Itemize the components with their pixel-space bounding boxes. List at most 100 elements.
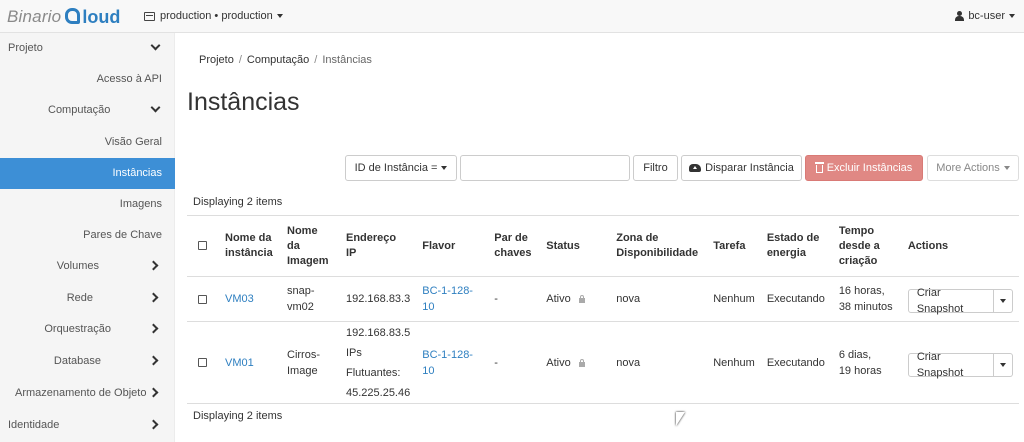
col-header-name[interactable]: Nome da instância — [219, 215, 281, 277]
sidebar-item-visao-geral[interactable]: Visão Geral — [0, 127, 175, 158]
cell-keypair: - — [488, 276, 541, 322]
brand-logo[interactable]: Binario loud — [7, 4, 120, 30]
header-text: Nome — [287, 224, 318, 237]
lock-icon — [578, 358, 585, 367]
breadcrumb: Projeto / Computação / Instâncias — [199, 54, 372, 66]
caret-down-icon — [1000, 362, 1007, 367]
sidebar-item-computacao[interactable]: Computação — [0, 95, 175, 126]
sidebar-item-label: Imagens — [119, 198, 162, 210]
launch-instance-label: Disparar Instância — [705, 162, 794, 174]
top-navbar: Binario loud production • production bc-… — [0, 0, 1024, 33]
cell-power-state: Executando — [760, 276, 833, 322]
caret-down-icon — [1009, 14, 1015, 18]
cell-text: 192.168.83.3 — [346, 293, 411, 305]
sidebar-item-rede[interactable]: Rede — [0, 283, 175, 314]
chevron-right-icon — [148, 387, 159, 398]
delete-instances-button[interactable]: Excluir Instâncias — [805, 155, 923, 181]
header-text: chaves — [494, 247, 532, 259]
sidebar-item-orquestracao[interactable]: Orquestração — [0, 314, 175, 345]
sidebar-item-label: Armazenamento de Objeto — [15, 387, 147, 399]
project-icon — [144, 11, 155, 21]
cell-image: snap-vm02 — [281, 276, 340, 322]
user-menu[interactable]: bc-user — [955, 10, 1015, 22]
sidebar-item-label: Instâncias — [112, 167, 162, 179]
trash-icon — [814, 162, 824, 173]
col-header-keypair[interactable]: Par de chaves — [488, 215, 541, 277]
create-snapshot-button[interactable]: Criar Snapshot — [907, 287, 995, 315]
header-text: Actions — [907, 239, 949, 252]
sidebar-item-identidade[interactable]: Identidade — [0, 410, 175, 441]
flavor-link[interactable]: BC-1-128-10 — [422, 349, 473, 377]
sidebar-item-database[interactable]: Database — [0, 346, 175, 377]
chevron-right-icon — [148, 260, 159, 271]
col-header-status[interactable]: Status — [540, 215, 611, 277]
launch-instance-button[interactable]: Disparar Instância — [681, 155, 802, 181]
sidebar-item-pares-de-chave[interactable]: Pares de Chave — [0, 220, 175, 251]
brand-logo-text: Binario — [7, 7, 62, 26]
flavor-link[interactable]: BC-1-128-10 — [422, 285, 473, 313]
cell-status: Ativo — [540, 321, 611, 404]
filter-button[interactable]: Filtro — [633, 155, 678, 181]
cell-ip: 192.168.83.5 IPs Flutuantes: 45.225.25.46 — [340, 321, 417, 404]
row-action-group: Criar Snapshot — [907, 287, 1013, 315]
more-actions-label: More Actions — [936, 162, 1000, 174]
row-actions-dropdown[interactable] — [994, 289, 1013, 313]
cell-name: VM03 — [219, 276, 281, 322]
sidebar-item-acesso-api[interactable]: Acesso à API — [0, 64, 175, 95]
breadcrumb-item-projeto[interactable]: Projeto — [199, 54, 234, 66]
sidebar-item-volumes[interactable]: Volumes — [0, 251, 175, 282]
col-header-task[interactable]: Tarefa — [707, 215, 761, 277]
cell-text: 45.225.25.46 — [346, 386, 411, 399]
col-header-availability-zone[interactable]: Zona de Disponibilidade — [610, 215, 708, 277]
col-header-power-state[interactable]: Estado de energia — [760, 215, 833, 277]
page-title: Instâncias — [187, 88, 300, 116]
filter-field-label: ID de Instância = — [354, 162, 438, 174]
sidebar-item-imagens[interactable]: Imagens — [0, 189, 175, 220]
breadcrumb-separator: / — [238, 54, 242, 66]
header-text: Tarefa — [713, 239, 746, 252]
sidebar-item-armazenamento[interactable]: Armazenamento de Objeto — [0, 378, 175, 409]
project-selector[interactable]: production • production — [144, 10, 283, 22]
cell-text: Cirros- — [287, 348, 320, 361]
cell-status: Ativo — [540, 276, 611, 322]
sidebar: Projeto Acesso à API Computação Visão Ge… — [0, 33, 175, 442]
instance-link[interactable]: VM01 — [225, 357, 254, 369]
breadcrumb-item-computacao[interactable]: Computação — [247, 54, 309, 66]
col-header-ip[interactable]: Endereço IP — [340, 215, 417, 277]
caret-down-icon — [1003, 166, 1010, 170]
col-header-image[interactable]: Nome da Imagem — [281, 215, 340, 277]
sidebar-item-label: Volumes — [56, 260, 99, 272]
create-snapshot-button[interactable]: Criar Snapshot — [907, 351, 995, 379]
header-text: Endereço — [346, 232, 397, 244]
row-select-cell — [187, 276, 219, 322]
cell-flavor: BC-1-128-10 — [416, 276, 489, 322]
instance-link[interactable]: VM03 — [225, 293, 254, 305]
cell-keypair: - — [488, 321, 541, 404]
filter-input[interactable] — [460, 155, 630, 181]
header-text: instância — [225, 247, 273, 259]
item-count-bottom: Displaying 2 items — [193, 410, 283, 422]
row-checkbox[interactable] — [198, 358, 207, 368]
cell-flavor: BC-1-128-10 — [416, 321, 489, 404]
sidebar-item-instancias[interactable]: Instâncias — [0, 158, 175, 189]
header-text: Nome da — [225, 232, 272, 244]
filter-field-select[interactable]: ID de Instância = — [345, 155, 457, 181]
col-header-age[interactable]: Tempo desde a criação — [832, 215, 902, 277]
caret-down-icon — [1000, 299, 1007, 303]
chevron-right-icon — [148, 419, 159, 430]
mouse-cursor-icon — [676, 412, 685, 426]
col-header-flavor[interactable]: Flavor — [416, 215, 489, 277]
header-text: da — [287, 239, 300, 252]
more-actions-button[interactable]: More Actions — [927, 155, 1019, 181]
instances-table: Nome da instância Nome da Imagem Endereço IP… — [187, 215, 1019, 404]
cell-text: IPs — [346, 346, 362, 359]
select-all-checkbox[interactable] — [198, 241, 207, 251]
cell-text: 192.168.83.5 — [346, 326, 411, 339]
table-row: VM01 Cirros- Image 192.168.83.5 IPs Flutuan… — [187, 321, 1019, 404]
sidebar-item-projeto[interactable]: Projeto — [0, 33, 175, 64]
row-checkbox[interactable] — [198, 294, 207, 304]
row-actions-dropdown[interactable] — [994, 352, 1013, 377]
item-count-top: Displaying 2 items — [193, 196, 283, 208]
cell-actions: Criar Snapshot — [901, 321, 1019, 404]
header-text: Flavor — [422, 239, 456, 252]
